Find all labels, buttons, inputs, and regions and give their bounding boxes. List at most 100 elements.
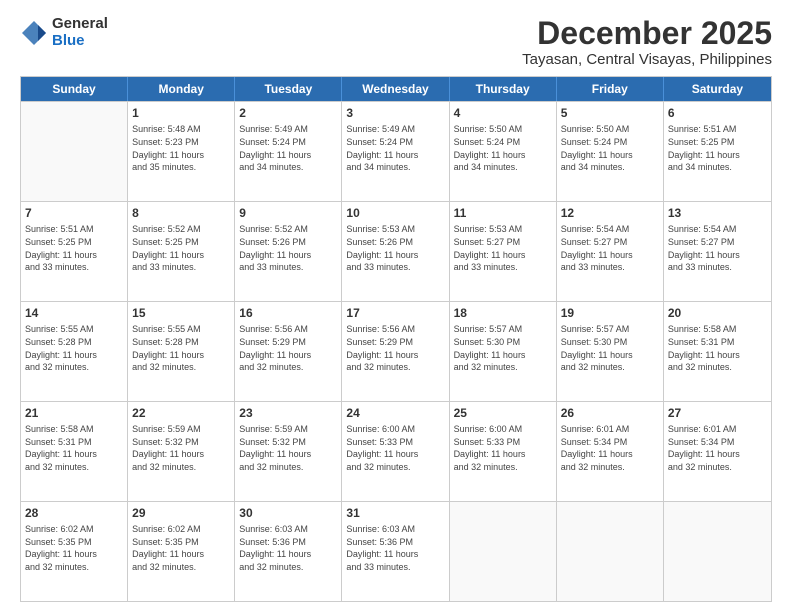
calendar-cell: 19Sunrise: 5:57 AM Sunset: 5:30 PM Dayli… (557, 302, 664, 401)
calendar-cell (21, 102, 128, 201)
calendar-cell: 8 Sunrise: 5:52 AM Sunset: 5:25 PM Daylig… (128, 202, 235, 301)
day-info: Sunrise: 5:59 AM Sunset: 5:32 PM Dayligh… (132, 423, 230, 473)
day-number: 21 (25, 405, 123, 421)
calendar-cell: 21 Sunrise: 5:58 AM Sunset: 5:31 PM Dayli… (21, 402, 128, 501)
calendar-header-day: Wednesday (342, 77, 449, 101)
day-number: 1 (132, 105, 230, 121)
day-number: 15 (132, 305, 230, 321)
day-number: 25 (454, 405, 552, 421)
calendar-header: SundayMondayTuesdayWednesdayThursdayFrid… (21, 77, 771, 101)
calendar-cell: 26 Sunrise: 6:01 AM Sunset: 5:34 PM Dayli… (557, 402, 664, 501)
calendar-cell: 23 Sunrise: 5:59 AM Sunset: 5:32 PM Dayli… (235, 402, 342, 501)
day-number: 30 (239, 505, 337, 521)
day-number: 11 (454, 205, 552, 221)
calendar-cell: 9 Sunrise: 5:52 AM Sunset: 5:26 PM Daylig… (235, 202, 342, 301)
logo: General Blue (20, 16, 108, 49)
day-number: 31 (346, 505, 444, 521)
calendar-header-day: Sunday (21, 77, 128, 101)
calendar-header-day: Saturday (664, 77, 771, 101)
calendar-cell: 29Sunrise: 6:02 AM Sunset: 5:35 PM Dayli… (128, 502, 235, 601)
calendar-cell (557, 502, 664, 601)
calendar-cell: 10Sunrise: 5:53 AM Sunset: 5:26 PM Dayli… (342, 202, 449, 301)
day-number: 9 (239, 205, 337, 221)
calendar-cell: 4 Sunrise: 5:50 AM Sunset: 5:24 PM Daylig… (450, 102, 557, 201)
day-info: Sunrise: 5:55 AM Sunset: 5:28 PM Dayligh… (132, 323, 230, 373)
day-info: Sunrise: 5:54 AM Sunset: 5:27 PM Dayligh… (668, 223, 767, 273)
day-number: 27 (668, 405, 767, 421)
day-number: 14 (25, 305, 123, 321)
calendar-week: 21 Sunrise: 5:58 AM Sunset: 5:31 PM Dayli… (21, 401, 771, 501)
day-number: 4 (454, 105, 552, 121)
day-number: 24 (346, 405, 444, 421)
calendar-week: 1 Sunrise: 5:48 AM Sunset: 5:23 PM Daylig… (21, 101, 771, 201)
day-number: 5 (561, 105, 659, 121)
calendar-cell: 22 Sunrise: 5:59 AM Sunset: 5:32 PM Dayli… (128, 402, 235, 501)
day-info: Sunrise: 5:48 AM Sunset: 5:23 PM Dayligh… (132, 123, 230, 173)
calendar-cell: 12Sunrise: 5:54 AM Sunset: 5:27 PM Dayli… (557, 202, 664, 301)
day-info: Sunrise: 6:02 AM Sunset: 5:35 PM Dayligh… (132, 523, 230, 573)
day-info: Sunrise: 5:52 AM Sunset: 5:25 PM Dayligh… (132, 223, 230, 273)
day-number: 22 (132, 405, 230, 421)
day-number: 6 (668, 105, 767, 121)
day-info: Sunrise: 5:57 AM Sunset: 5:30 PM Dayligh… (454, 323, 552, 373)
calendar-cell: 14Sunrise: 5:55 AM Sunset: 5:28 PM Dayli… (21, 302, 128, 401)
day-number: 2 (239, 105, 337, 121)
calendar-cell (664, 502, 771, 601)
day-info: Sunrise: 6:00 AM Sunset: 5:33 PM Dayligh… (454, 423, 552, 473)
logo-general: General (52, 16, 108, 33)
calendar-cell (450, 502, 557, 601)
calendar-cell: 30 Sunrise: 6:03 AM Sunset: 5:36 PM Dayli… (235, 502, 342, 601)
day-info: Sunrise: 5:56 AM Sunset: 5:29 PM Dayligh… (239, 323, 337, 373)
calendar-cell: 28Sunrise: 6:02 AM Sunset: 5:35 PM Dayli… (21, 502, 128, 601)
day-info: Sunrise: 6:03 AM Sunset: 5:36 PM Dayligh… (346, 523, 444, 573)
day-info: Sunrise: 5:49 AM Sunset: 5:24 PM Dayligh… (346, 123, 444, 173)
day-info: Sunrise: 5:51 AM Sunset: 5:25 PM Dayligh… (668, 123, 767, 173)
logo-icon (20, 19, 48, 47)
day-info: Sunrise: 6:03 AM Sunset: 5:36 PM Dayligh… (239, 523, 337, 573)
day-number: 13 (668, 205, 767, 221)
calendar-header-day: Thursday (450, 77, 557, 101)
page-subtitle: Tayasan, Central Visayas, Philippines (522, 51, 772, 68)
day-info: Sunrise: 5:53 AM Sunset: 5:27 PM Dayligh… (454, 223, 552, 273)
day-info: Sunrise: 6:02 AM Sunset: 5:35 PM Dayligh… (25, 523, 123, 573)
day-number: 8 (132, 205, 230, 221)
page-header: General Blue December 2025 Tayasan, Cent… (20, 16, 772, 68)
day-info: Sunrise: 5:52 AM Sunset: 5:26 PM Dayligh… (239, 223, 337, 273)
calendar-week: 28Sunrise: 6:02 AM Sunset: 5:35 PM Dayli… (21, 501, 771, 601)
day-info: Sunrise: 5:58 AM Sunset: 5:31 PM Dayligh… (25, 423, 123, 473)
day-info: Sunrise: 5:59 AM Sunset: 5:32 PM Dayligh… (239, 423, 337, 473)
day-info: Sunrise: 5:50 AM Sunset: 5:24 PM Dayligh… (454, 123, 552, 173)
day-info: Sunrise: 6:00 AM Sunset: 5:33 PM Dayligh… (346, 423, 444, 473)
calendar-cell: 15 Sunrise: 5:55 AM Sunset: 5:28 PM Dayli… (128, 302, 235, 401)
day-number: 20 (668, 305, 767, 321)
calendar-cell: 13 Sunrise: 5:54 AM Sunset: 5:27 PM Dayli… (664, 202, 771, 301)
calendar-cell: 6 Sunrise: 5:51 AM Sunset: 5:25 PM Daylig… (664, 102, 771, 201)
day-number: 17 (346, 305, 444, 321)
day-number: 26 (561, 405, 659, 421)
day-number: 18 (454, 305, 552, 321)
day-info: Sunrise: 5:49 AM Sunset: 5:24 PM Dayligh… (239, 123, 337, 173)
calendar-cell: 27 Sunrise: 6:01 AM Sunset: 5:34 PM Dayli… (664, 402, 771, 501)
calendar: SundayMondayTuesdayWednesdayThursdayFrid… (20, 76, 772, 602)
calendar-header-day: Tuesday (235, 77, 342, 101)
day-info: Sunrise: 5:54 AM Sunset: 5:27 PM Dayligh… (561, 223, 659, 273)
calendar-header-day: Friday (557, 77, 664, 101)
calendar-cell: 20Sunrise: 5:58 AM Sunset: 5:31 PM Dayli… (664, 302, 771, 401)
calendar-cell: 1 Sunrise: 5:48 AM Sunset: 5:23 PM Daylig… (128, 102, 235, 201)
calendar-header-day: Monday (128, 77, 235, 101)
page-title: December 2025 (522, 16, 772, 51)
calendar-cell: 18 Sunrise: 5:57 AM Sunset: 5:30 PM Dayli… (450, 302, 557, 401)
day-info: Sunrise: 5:56 AM Sunset: 5:29 PM Dayligh… (346, 323, 444, 373)
calendar-week: 14 Sunrise: 5:55 AM Sunset: 5:28 PM Dayli… (21, 301, 771, 401)
calendar-body: 1 Sunrise: 5:48 AM Sunset: 5:23 PM Daylig… (21, 101, 771, 601)
calendar-cell: 31 Sunrise: 6:03 AM Sunset: 5:36 PM Dayli… (342, 502, 449, 601)
day-info: Sunrise: 6:01 AM Sunset: 5:34 PM Dayligh… (668, 423, 767, 473)
calendar-cell: 3Sunrise: 5:49 AM Sunset: 5:24 PM Daylig… (342, 102, 449, 201)
page: General Blue December 2025 Tayasan, Cent… (0, 0, 792, 612)
day-info: Sunrise: 5:53 AM Sunset: 5:26 PM Dayligh… (346, 223, 444, 273)
calendar-cell: 16Sunrise: 5:56 AM Sunset: 5:29 PM Dayli… (235, 302, 342, 401)
logo-blue: Blue (52, 33, 108, 50)
day-info: Sunrise: 5:51 AM Sunset: 5:25 PM Dayligh… (25, 223, 123, 273)
day-info: Sunrise: 6:01 AM Sunset: 5:34 PM Dayligh… (561, 423, 659, 473)
day-number: 23 (239, 405, 337, 421)
